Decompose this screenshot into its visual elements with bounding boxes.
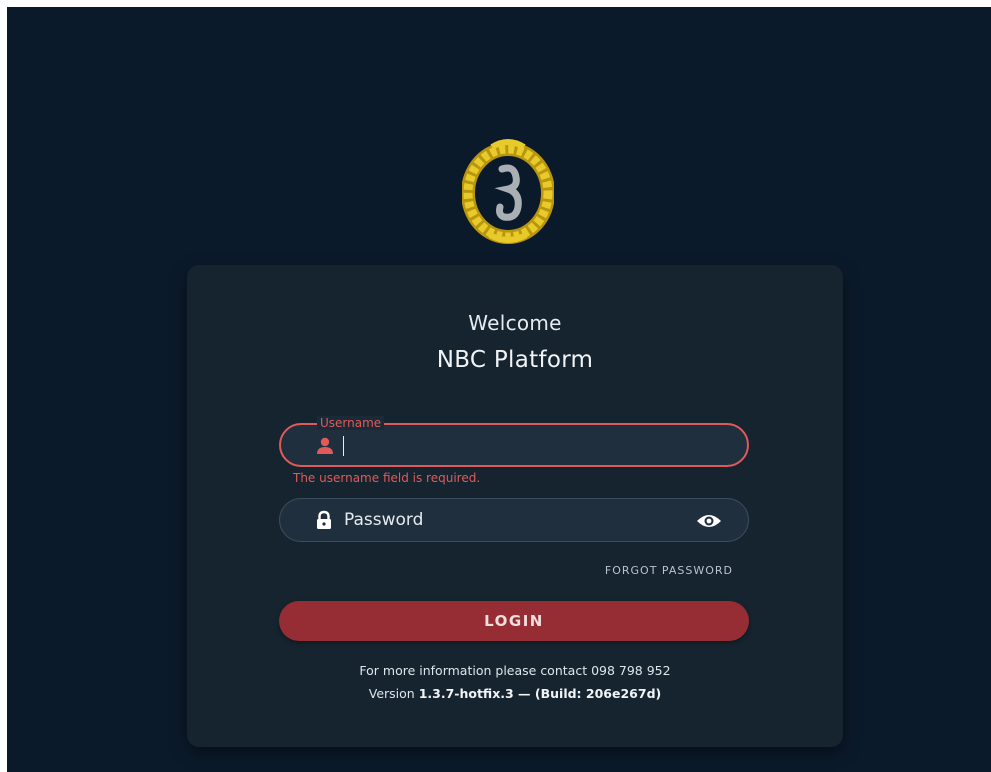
eye-icon[interactable] (696, 511, 722, 531)
lock-icon (317, 510, 331, 529)
password-placeholder: Password (344, 510, 424, 530)
welcome-heading: Welcome (468, 311, 562, 335)
username-text-cursor (343, 436, 344, 456)
version-prefix: Version (368, 686, 415, 701)
nbc-emblem-logo (462, 139, 554, 244)
version-info: Version 1.3.7-hotfix.3 — (Build: 206e267… (187, 686, 843, 701)
username-field[interactable]: Username (279, 416, 749, 467)
login-button[interactable]: LOGIN (279, 601, 749, 641)
user-icon (317, 437, 333, 454)
contact-info: For more information please contact 098 … (359, 663, 671, 678)
version-value: 1.3.7-hotfix.3 — (Build: 206e267d) (418, 686, 662, 701)
password-field[interactable]: Password (279, 498, 749, 542)
login-card: Welcome NBC Platform Username The userna… (187, 265, 843, 747)
username-label: Username (317, 416, 385, 430)
username-error-message: The username field is required. (293, 471, 481, 485)
platform-title: NBC Platform (436, 347, 594, 373)
login-page: Welcome NBC Platform Username The userna… (7, 7, 991, 772)
forgot-password-link[interactable]: FORGOT PASSWORD (605, 564, 733, 577)
